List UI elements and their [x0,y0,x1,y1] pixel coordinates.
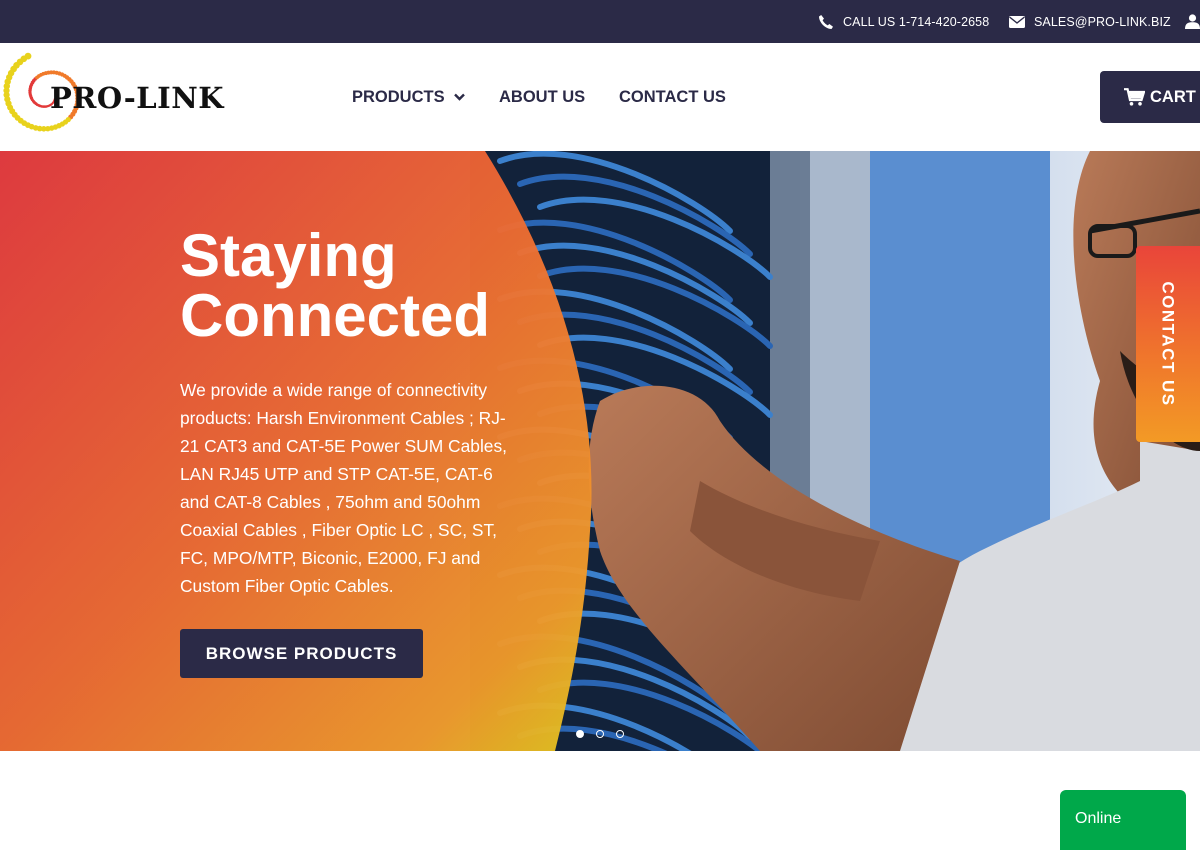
slider-dot-3[interactable] [616,730,624,738]
nav-products-link[interactable]: PRODUCTS [352,88,465,107]
phone-text: CALL US 1-714-420-2658 [843,14,990,29]
slider-dot-2[interactable] [596,730,604,738]
nav-products[interactable]: PRODUCTS [352,43,465,151]
cart-icon [1124,88,1145,106]
logo[interactable]: PRO-LINK [0,51,230,143]
header: PRO-LINK PRODUCTS ABOUT US CONTACT US CA… [0,43,1200,151]
hero-slider: Staying Connected We provide a wide rang… [0,151,1200,751]
chevron-down-icon [453,93,465,101]
nav-about-link[interactable]: ABOUT US [499,88,585,107]
email-link[interactable]: SALES@PRO-LINK.BIZ [1009,0,1171,43]
hero-title: Staying Connected [180,226,580,346]
phone-icon [819,14,833,29]
browse-products-button[interactable]: BROWSE PRODUCTS [180,629,423,678]
logo-dot [24,52,32,60]
envelope-icon [1009,15,1025,28]
cart-label: CART ( [1150,87,1200,106]
email-text: SALES@PRO-LINK.BIZ [1034,14,1171,29]
lower-section [0,751,1200,850]
hero-title-line-2: Connected [180,282,491,349]
online-chat-button[interactable]: Online [1060,790,1186,850]
user-icon [1185,14,1200,29]
cart-button[interactable]: CART ( [1100,71,1200,123]
hero-description: We provide a wide range of connectivity … [180,380,508,596]
top-bar: CALL US 1-714-420-2658 SALES@PRO-LINK.BI… [0,0,1200,43]
side-contact-label: CONTACT US [1159,281,1178,407]
nav-contact[interactable]: CONTACT US [619,43,726,151]
side-contact-tab[interactable]: CONTACT US [1136,246,1200,442]
logo-text: PRO-LINK [50,81,224,115]
nav-about[interactable]: ABOUT US [499,43,585,151]
nav-products-label: PRODUCTS [352,87,445,106]
slider-dots [576,730,624,738]
slider-dot-1[interactable] [576,730,584,738]
nav-contact-link[interactable]: CONTACT US [619,88,726,107]
account-link[interactable] [1185,0,1200,43]
phone-link[interactable]: CALL US 1-714-420-2658 [818,0,989,43]
hero-title-line-1: Staying [180,222,397,289]
